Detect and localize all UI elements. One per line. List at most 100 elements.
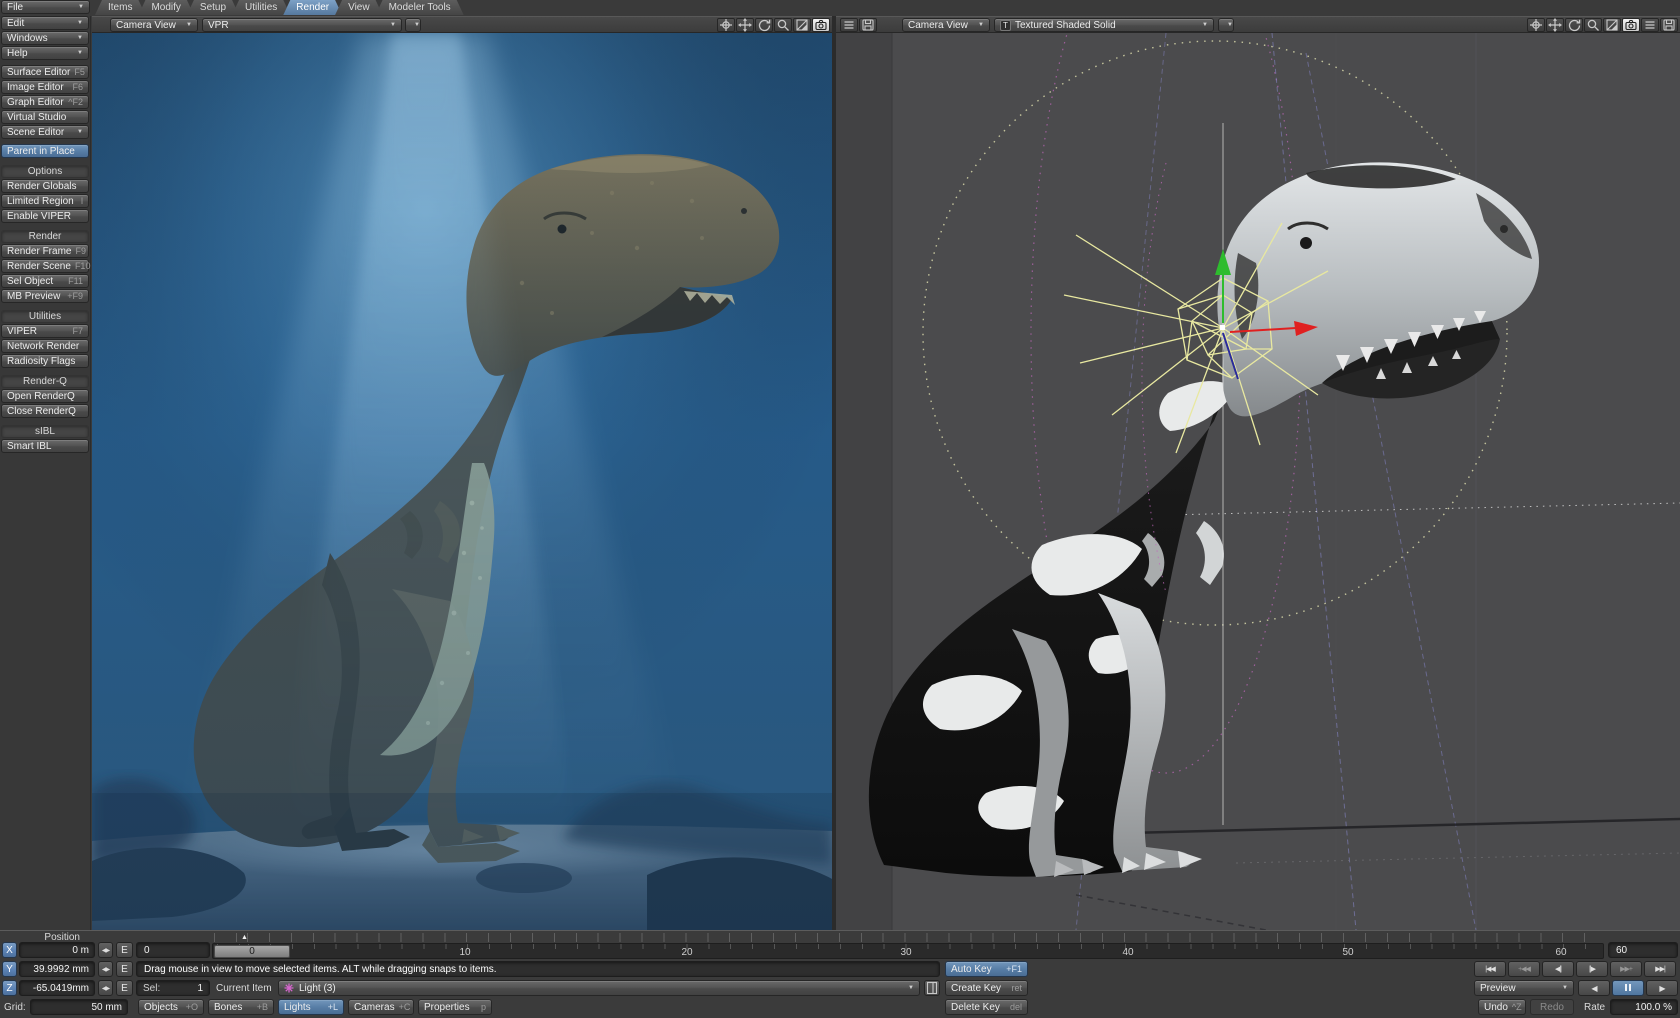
z-position-field[interactable]: -65.0419mm [19,980,95,996]
x-envelope-button[interactable]: E [116,942,133,958]
frame-slider-handle[interactable]: 0 [214,945,290,958]
z-envelope-button[interactable]: E [116,980,133,996]
pause-button[interactable] [1612,980,1644,996]
right-view-type-dropdown[interactable]: Camera View▼ [902,18,990,32]
next-frame-button[interactable]: ||▶ [1576,961,1608,977]
single-view-icon[interactable] [1603,18,1621,32]
create-key-button[interactable]: Create Keyret [945,980,1028,996]
save-icon[interactable] [1660,18,1678,32]
network-render-button[interactable]: Network Render [1,339,89,353]
lights-mode-button[interactable]: Lights+L [278,999,344,1015]
go-end-button[interactable]: ▶▶| [1644,961,1676,977]
save-icon[interactable] [859,18,877,32]
timeline-ruler[interactable]: 10 20 30 40 50 60 0 [212,943,1604,959]
help-menu[interactable]: Help▼ [1,46,89,60]
chevron-down-icon: ▼ [904,985,914,991]
enable-viper-button[interactable]: Enable VIPER [1,209,89,223]
opengl-shaded-canvas[interactable] [836,33,1680,930]
single-view-icon[interactable] [793,18,811,32]
camera-icon[interactable] [1622,18,1640,32]
z-axis-badge[interactable]: Z [2,980,17,996]
limited-region-button[interactable]: Limited Regionl [1,194,89,208]
delete-key-button[interactable]: Delete Keydel [945,999,1028,1015]
x-nudge-stepper[interactable]: ◀▶ [98,942,113,958]
y-position-field[interactable]: 39.9992 mm [19,961,95,977]
move-icon[interactable] [736,18,754,32]
scene-editor-button[interactable]: Scene Editor▼ [1,125,89,139]
file-menu[interactable]: File ▼ [1,0,90,14]
current-frame-field[interactable]: 0 [136,942,210,958]
mb-preview-button[interactable]: MB Preview+F9 [1,289,89,303]
rotate-icon[interactable] [755,18,773,32]
zoom-icon[interactable] [774,18,792,32]
textured-shading-icon: T [1000,20,1011,31]
next-key-button[interactable]: ▶▶+ [1610,961,1642,977]
go-start-button[interactable]: |◀◀ [1474,961,1506,977]
grid-size-field: 50 mm [30,999,128,1015]
current-item-dropdown[interactable]: Light (3) ▼ [278,980,920,996]
status-bar: Drag mouse in view to move selected item… [136,961,940,977]
edit-menu[interactable]: Edit▼ [1,16,89,30]
viper-button[interactable]: VIPERF7 [1,324,89,338]
properties-button[interactable]: Propertiesp [418,999,492,1015]
virtual-studio-button[interactable]: Virtual Studio [1,110,89,124]
sel-object-button[interactable]: Sel ObjectF11 [1,274,89,288]
z-nudge-stepper[interactable]: ◀▶ [98,980,113,996]
smart-ibl-button[interactable]: Smart IBL [1,439,89,453]
prev-key-button[interactable]: +◀◀ [1508,961,1540,977]
left-shading-dropdown[interactable]: VPR▼ [202,18,402,32]
radiosity-flags-button[interactable]: Radiosity Flags [1,354,89,368]
frame-marker-icon: ▲ [241,933,248,942]
pan-icon[interactable] [717,18,735,32]
rotate-icon[interactable] [1565,18,1583,32]
cameras-mode-button[interactable]: Cameras+C [348,999,414,1015]
play-forward-button[interactable]: ▶ [1646,980,1678,996]
auto-key-button[interactable]: Auto Key+F1 [945,961,1028,977]
item-panel-button[interactable] [924,980,940,996]
right-viewport-options-dropdown[interactable]: ▼ [1218,18,1234,32]
tab-utilities[interactable]: Utilities [232,0,290,15]
redo-button[interactable]: Redo [1530,999,1574,1015]
preview-dropdown[interactable]: Preview▼ [1474,980,1574,996]
end-frame-field[interactable]: 60 [1608,942,1678,958]
image-editor-button[interactable]: Image EditorF6 [1,80,89,94]
timeline-tick-strip[interactable]: ▲ [212,933,1604,942]
pan-icon[interactable] [1527,18,1545,32]
render-frame-button[interactable]: Render FrameF9 [1,244,89,258]
prev-frame-button[interactable]: ◀|| [1542,961,1574,977]
tab-modify[interactable]: Modify [138,0,193,15]
tab-modeler-tools[interactable]: Modeler Tools [376,0,464,15]
windows-menu[interactable]: Windows▼ [1,31,89,45]
zoom-icon[interactable] [1584,18,1602,32]
undo-button[interactable]: Undo^Z [1478,999,1526,1015]
play-reverse-button[interactable]: ◀ [1578,980,1610,996]
close-renderq-button[interactable]: Close RenderQ [1,404,89,418]
right-shading-dropdown[interactable]: T Textured Shaded Solid▼ [994,18,1214,32]
open-renderq-button[interactable]: Open RenderQ [1,389,89,403]
rate-field[interactable]: 100.0 % [1610,999,1678,1015]
camera-icon[interactable] [812,18,830,32]
parent-in-place-button[interactable]: Parent in Place [1,144,89,158]
left-viewport-options-dropdown[interactable]: ▼ [405,18,421,32]
render-scene-button[interactable]: Render SceneF10 [1,259,89,273]
y-envelope-button[interactable]: E [116,961,133,977]
list-icon[interactable] [1641,18,1659,32]
tab-items[interactable]: Items [95,0,145,15]
y-axis-badge[interactable]: Y [2,961,17,977]
tab-render[interactable]: Render [283,0,342,15]
bones-mode-button[interactable]: Bones+B [208,999,274,1015]
surface-editor-button[interactable]: Surface EditorF5 [1,65,89,79]
x-axis-badge[interactable]: X [2,942,17,958]
graph-editor-button[interactable]: Graph Editor^F2 [1,95,89,109]
tab-view[interactable]: View [335,0,383,15]
render-globals-button[interactable]: Render Globals [1,179,89,193]
chevron-down-icon: ▼ [73,50,83,56]
x-position-field[interactable]: 0 m [19,942,95,958]
move-icon[interactable] [1546,18,1564,32]
objects-mode-button[interactable]: Objects+O [138,999,204,1015]
list-icon[interactable] [840,18,858,32]
vpr-render-canvas[interactable] [92,33,832,930]
y-nudge-stepper[interactable]: ◀▶ [98,961,113,977]
tab-setup[interactable]: Setup [187,0,239,15]
left-view-type-dropdown[interactable]: Camera View▼ [110,18,198,32]
